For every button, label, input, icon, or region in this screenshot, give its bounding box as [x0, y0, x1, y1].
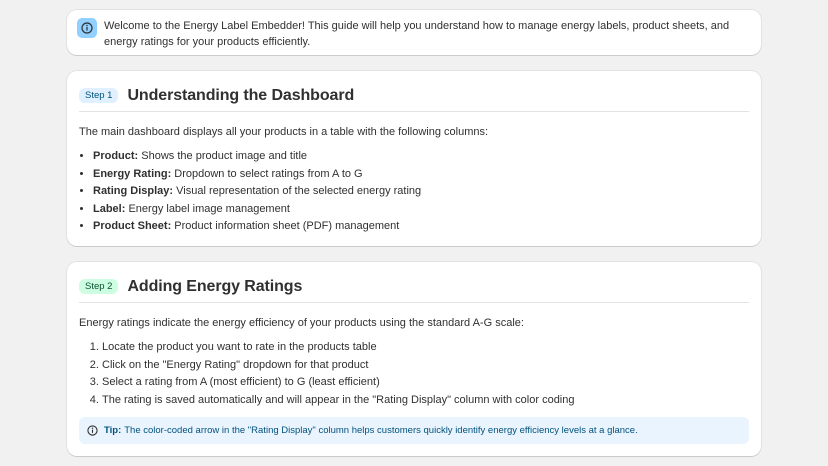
step-1-header: Step 1 Understanding the Dashboard: [79, 80, 749, 112]
welcome-banner: Welcome to the Energy Label Embedder! Th…: [67, 10, 761, 55]
rating-steps-list: Locate the product you want to rate in t…: [79, 340, 749, 407]
tip-label: Tip:: [104, 425, 122, 436]
tip-text: The color-coded arrow in the "Rating Dis…: [124, 425, 638, 436]
list-item: Select a rating from A (most efficient) …: [102, 375, 749, 389]
list-item-term: Product Sheet:: [93, 220, 172, 233]
list-item: Product: Shows the product image and tit…: [93, 149, 749, 163]
list-item-term: Energy Rating:: [93, 167, 172, 180]
dashboard-columns-list: Product: Shows the product image and tit…: [79, 149, 749, 233]
list-item-desc: Dropdown to select ratings from A to G: [171, 167, 363, 180]
list-item-desc: Visual representation of the selected en…: [173, 185, 422, 198]
list-item: The rating is saved automatically and wi…: [102, 393, 749, 407]
list-item-desc: Product information sheet (PDF) manageme…: [171, 220, 400, 233]
step-1-card: Step 1 Understanding the Dashboard The m…: [67, 71, 761, 246]
step-1-intro: The main dashboard displays all your pro…: [79, 126, 489, 138]
list-item: Label: Energy label image management: [93, 202, 749, 216]
list-item-term: Product:: [93, 150, 139, 162]
info-circle-icon: [87, 425, 98, 436]
step-2-intro: Energy ratings indicate the energy effic…: [79, 317, 524, 329]
list-item: Rating Display: Visual representation of…: [93, 184, 749, 198]
step-2-badge: Step 2: [79, 279, 119, 294]
step-2-title: Adding Energy Ratings: [127, 277, 303, 295]
list-item: Energy Rating: Dropdown to select rating…: [93, 167, 749, 181]
list-item: Product Sheet: Product information sheet…: [93, 219, 749, 233]
step-2-header: Step 2 Adding Energy Ratings: [79, 271, 749, 303]
step-2-body: Energy ratings indicate the energy effic…: [79, 316, 749, 410]
list-item-term: Rating Display:: [93, 185, 174, 198]
step-1-badge: Step 1: [79, 88, 119, 103]
list-item-desc: Shows the product image and title: [138, 150, 307, 162]
tip-callout: Tip: The color-coded arrow in the "Ratin…: [79, 417, 749, 444]
list-item-desc: Energy label image management: [125, 202, 290, 215]
list-item-term: Label:: [93, 202, 126, 215]
step-1-title: Understanding the Dashboard: [127, 86, 355, 104]
info-icon: [77, 18, 97, 38]
list-item: Click on the "Energy Rating" dropdown fo…: [102, 358, 749, 372]
step-1-body: The main dashboard displays all your pro…: [79, 125, 749, 237]
step-2-card: Step 2 Adding Energy Ratings Energy rati…: [67, 262, 761, 456]
list-item: Locate the product you want to rate in t…: [102, 340, 749, 354]
banner-text: Welcome to the Energy Label Embedder! Th…: [104, 20, 730, 48]
